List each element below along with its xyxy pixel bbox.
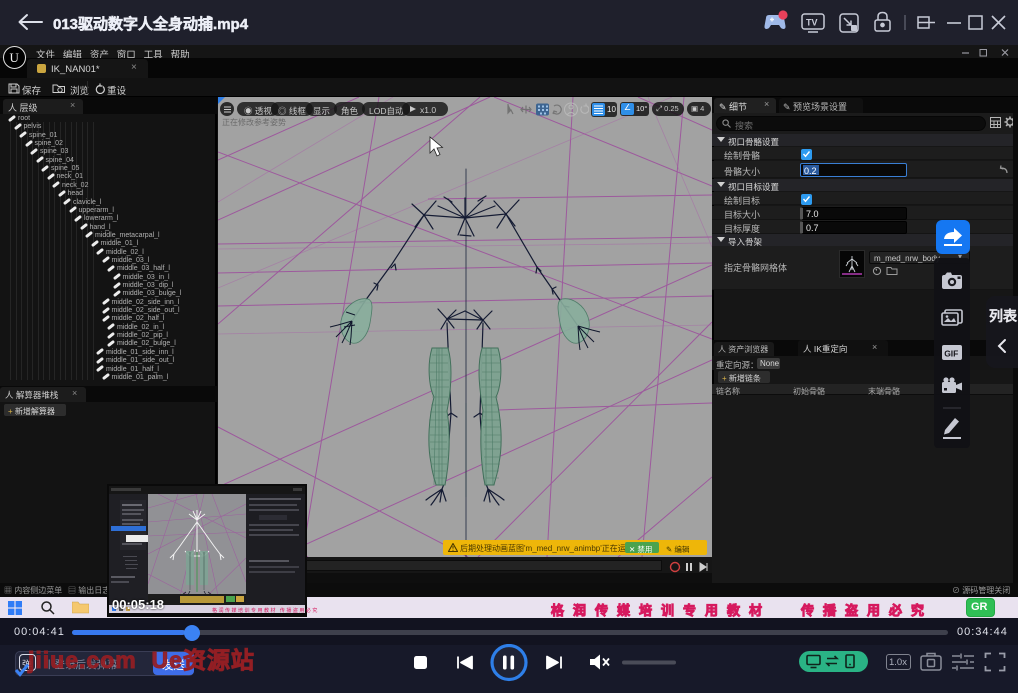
svg-text:GIF: GIF xyxy=(944,349,958,359)
svg-text:TV: TV xyxy=(806,18,818,28)
